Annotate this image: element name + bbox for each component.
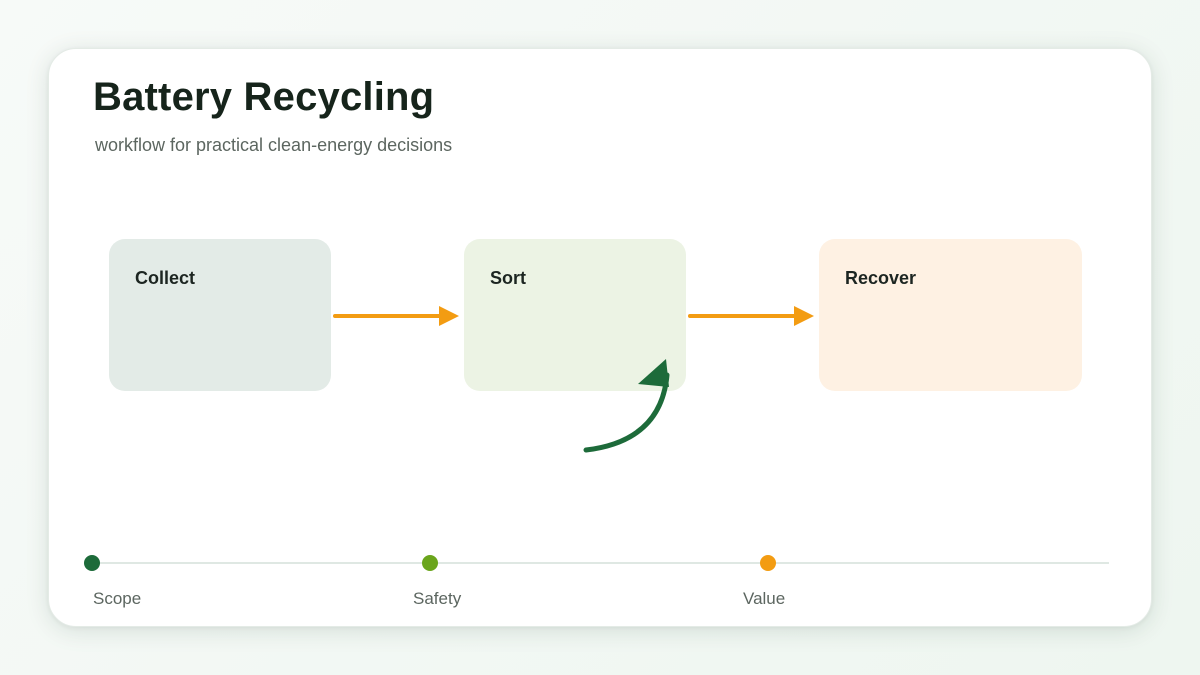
milestone-label-value: Value [743,589,786,608]
step-sort: Sort [464,239,686,391]
milestone-dot-value [760,555,776,571]
step-label: Sort [490,268,526,288]
milestone-dot-scope [84,555,100,571]
flow-arrow-sort-recover [688,306,814,326]
milestone-track [93,562,1109,564]
milestone-dot-safety [422,555,438,571]
step-label: Collect [135,268,196,288]
workflow-card: Battery Recycling workflow for practical… [48,48,1152,627]
flow-arrow-collect-sort [333,306,459,326]
step-collect: Collect [109,239,331,391]
milestone-label-safety: Safety [413,589,462,608]
step-recover: Recover [819,239,1082,391]
milestone-label-scope: Scope [93,589,142,608]
page-title: Battery Recycling [93,75,435,119]
step-label: Recover [845,268,917,288]
page-subtitle: workflow for practical clean-energy deci… [95,135,453,155]
